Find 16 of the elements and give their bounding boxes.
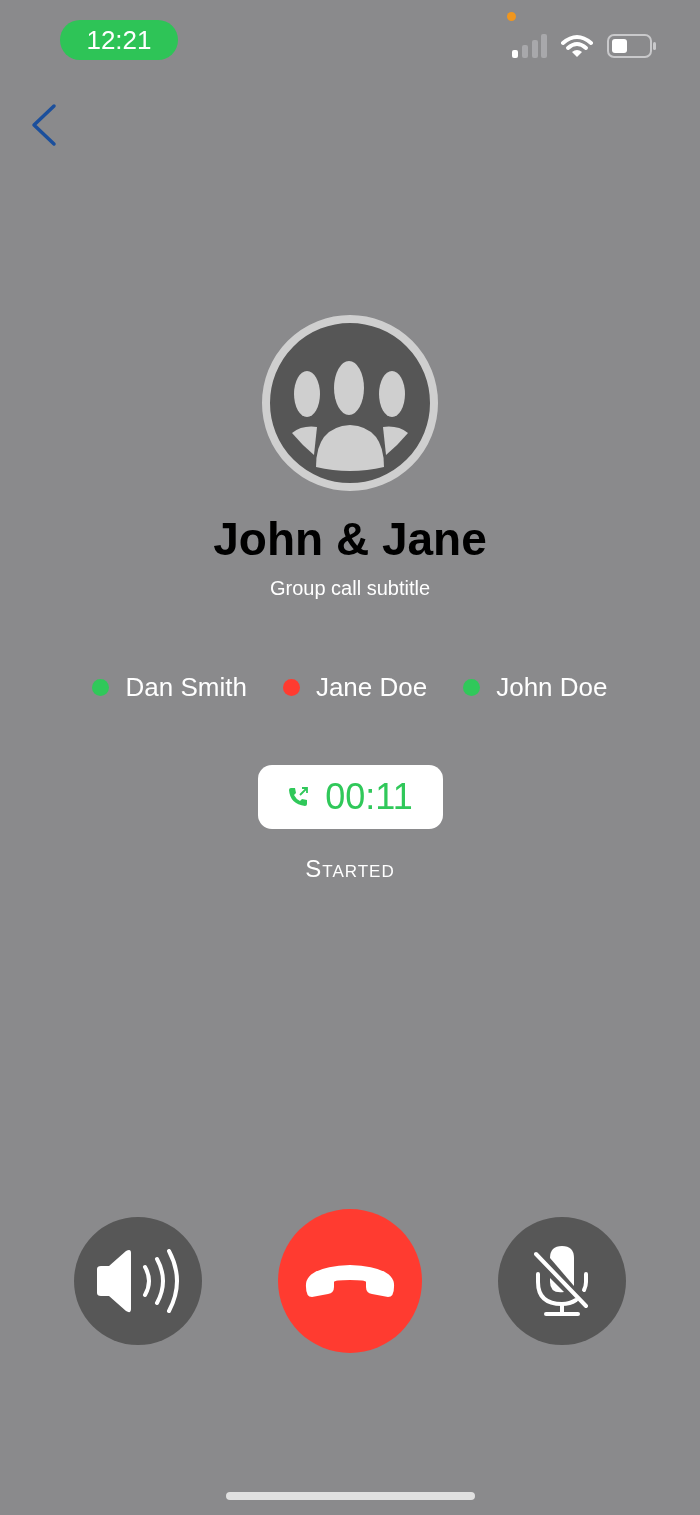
wifi-icon [561, 34, 593, 58]
outgoing-call-icon [287, 786, 310, 808]
participant-name: Dan Smith [125, 672, 247, 703]
participant-name: Jane Doe [315, 672, 428, 703]
group-avatar-icon [262, 315, 438, 491]
recording-indicator-icon [507, 12, 516, 21]
participant-name: John Doe [496, 672, 608, 703]
call-title: John & Jane [213, 512, 487, 567]
microphone-slash-icon [534, 1246, 590, 1316]
call-status: Started [305, 855, 395, 883]
battery-icon [607, 34, 657, 58]
call-subtitle: Group call subtitle [269, 577, 431, 600]
hang-up-icon [304, 1263, 396, 1299]
call-duration: 00:11 [325, 776, 413, 818]
status-time: 12:21 [60, 20, 178, 60]
signal-icon [511, 34, 547, 58]
